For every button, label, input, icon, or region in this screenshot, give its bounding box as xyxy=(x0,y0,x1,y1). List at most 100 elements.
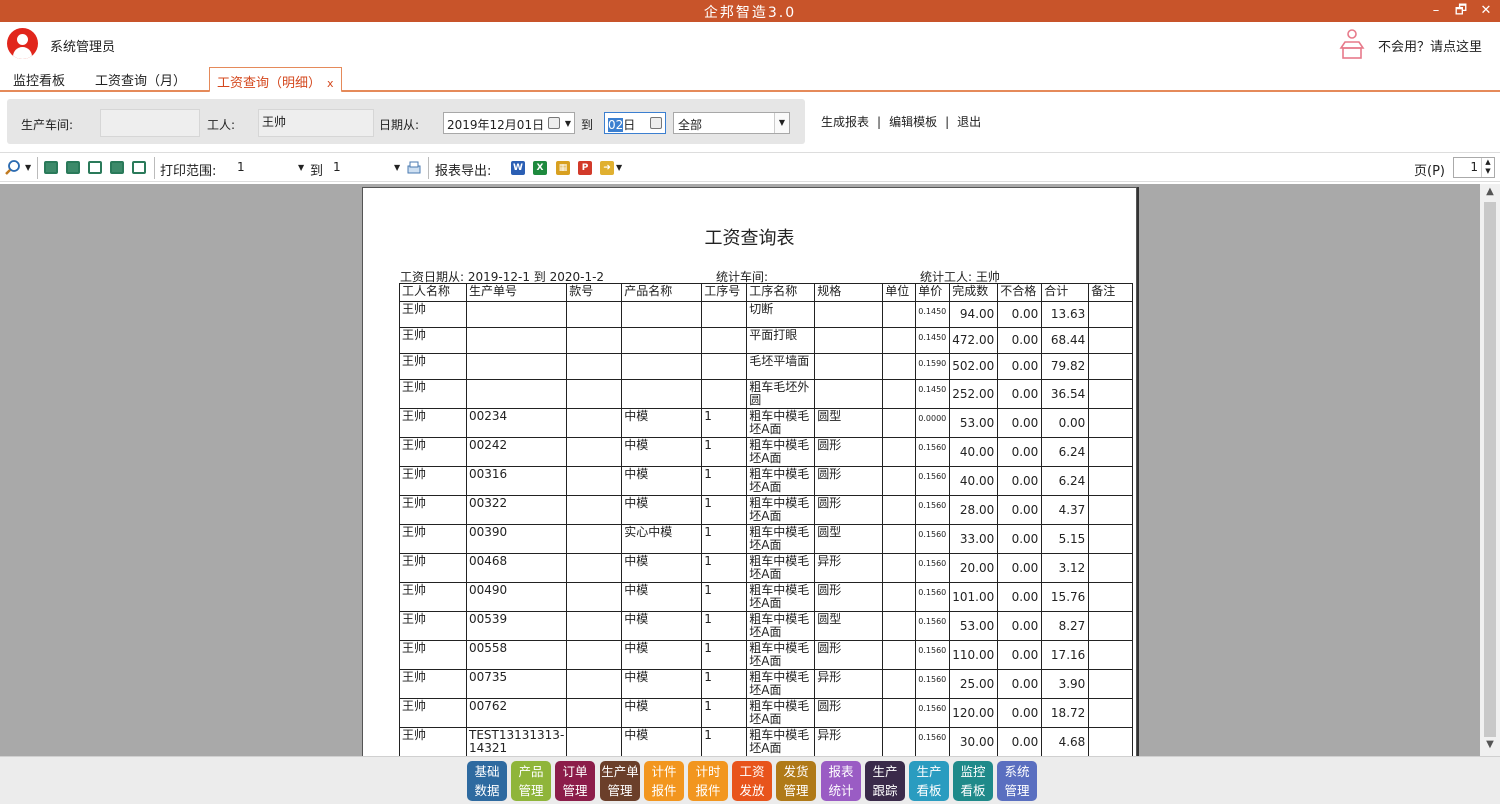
date-from-picker[interactable]: 2019年12月01日 ▼ xyxy=(443,112,575,134)
zoom-icon[interactable] xyxy=(4,159,22,177)
tab-salary-detail[interactable]: 工资查询（明细） x xyxy=(209,67,342,93)
dock-button[interactable]: 产品 管理 xyxy=(511,761,551,801)
range-to-select[interactable]: 1 xyxy=(333,160,341,174)
table-cell: 5.15 xyxy=(1041,524,1090,554)
dock-button-label-bottom: 看板 xyxy=(916,783,942,798)
range-to-label: 到 xyxy=(310,164,324,179)
single-page-icon[interactable] xyxy=(44,161,58,174)
dock-button-label-top: 计件 xyxy=(651,764,677,779)
table-cell xyxy=(566,524,623,554)
table-cell xyxy=(1088,495,1134,525)
word-export-icon[interactable]: W xyxy=(511,161,525,175)
user-avatar-icon[interactable] xyxy=(7,28,38,59)
dock-button[interactable]: 计时 报件 xyxy=(688,761,728,801)
worker-field[interactable]: 王帅 xyxy=(258,109,374,137)
table-cell: 圆形 xyxy=(814,640,884,670)
range-from-select[interactable]: 1 xyxy=(237,160,245,174)
table-cell xyxy=(1088,669,1134,699)
dock-button[interactable]: 系统 管理 xyxy=(997,761,1037,801)
tab-salary-monthly[interactable]: 工资查询（月） xyxy=(95,70,186,89)
page-number-spinner[interactable]: 1 ▲ ▼ xyxy=(1453,157,1495,178)
chevron-down-icon[interactable]: ▼ xyxy=(25,163,31,172)
minimize-button[interactable]: – xyxy=(1425,1,1447,21)
dock-button[interactable]: 工资 发放 xyxy=(732,761,772,801)
table-cell: 中模 xyxy=(621,408,703,438)
page-width-icon[interactable] xyxy=(88,161,102,174)
dock-button[interactable]: 发货 管理 xyxy=(776,761,816,801)
table-cell: 圆形 xyxy=(814,698,884,728)
exit-link[interactable]: 退出 xyxy=(957,115,981,129)
table-row: 王帅 00490 中模 1 粗车中模毛坯A面 圆形 0.1560 101.00 0.00 15.7… xyxy=(399,582,1134,612)
table-row: 王帅 平面打眼 0.1450 472.00 0.00 68.44 xyxy=(399,327,1134,354)
table-cell: 圆型 xyxy=(814,524,884,554)
table-cell: 粗车中模毛坯A面 xyxy=(746,640,816,670)
other-export-icon[interactable]: ➜ xyxy=(600,161,614,175)
chevron-down-icon[interactable]: ▼ xyxy=(616,163,622,172)
dock-button[interactable]: 计件 报件 xyxy=(644,761,684,801)
report-preview[interactable]: 工资查询表 工资日期从: 2019-12-1 到 2020-1-2 统计车间: … xyxy=(0,184,1480,756)
calendar-icon[interactable] xyxy=(548,117,560,129)
table-cell: 79.82 xyxy=(1041,353,1090,380)
table-cell: 中模 xyxy=(621,495,703,525)
chevron-down-icon[interactable]: ▼ xyxy=(394,163,400,172)
scroll-down-icon[interactable]: ▼ xyxy=(1480,739,1500,750)
print-icon[interactable] xyxy=(405,159,423,177)
dock-button[interactable]: 基础 数据 xyxy=(467,761,507,801)
table-cell: 中模 xyxy=(621,727,703,756)
scope-select[interactable]: 全部 ▼ xyxy=(673,112,790,134)
dock-button-label-bottom: 管理 xyxy=(607,783,633,798)
table-cell: 0.1560 xyxy=(915,524,951,554)
user-name: 系统管理员 xyxy=(50,40,116,55)
report-page: 工资查询表 工资日期从: 2019-12-1 到 2020-1-2 统计车间: … xyxy=(362,187,1137,756)
date-to-picker[interactable]: 02日 xyxy=(604,112,666,134)
table-cell: 中模 xyxy=(621,466,703,496)
tab-close-icon[interactable]: x xyxy=(327,77,334,90)
dock-button[interactable]: 订单 管理 xyxy=(555,761,595,801)
table-cell: 粗车毛坯外圆 xyxy=(746,379,816,409)
table-cell xyxy=(701,327,748,354)
table-cell: 粗车中模毛坯A面 xyxy=(746,611,816,641)
table-cell: 实心中模 xyxy=(621,524,703,554)
chevron-down-icon[interactable]: ▼ xyxy=(774,113,789,133)
dock-button[interactable]: 监控 看板 xyxy=(953,761,993,801)
dock-button[interactable]: 生产单 管理 xyxy=(600,761,640,801)
pdf-export-icon[interactable]: P xyxy=(578,161,592,175)
chevron-down-icon[interactable]: ▼ xyxy=(565,119,571,128)
close-button[interactable]: ✕ xyxy=(1475,1,1497,21)
scrollbar-thumb[interactable] xyxy=(1484,202,1496,737)
table-cell: 0.00 xyxy=(997,408,1043,438)
generate-report-link[interactable]: 生成报表 xyxy=(821,115,869,129)
four-page-icon[interactable] xyxy=(110,161,124,174)
table-cell: 0.00 xyxy=(997,437,1043,467)
help-person-icon[interactable] xyxy=(1337,28,1367,60)
table-cell xyxy=(882,437,917,467)
help-link[interactable]: 不会用？请点这里 xyxy=(1378,36,1482,55)
calendar-icon[interactable] xyxy=(650,117,662,129)
table-cell: 王帅 xyxy=(399,327,467,354)
dock-button[interactable]: 报表 统计 xyxy=(821,761,861,801)
table-cell: 00735 xyxy=(465,669,568,699)
restore-button[interactable]: 🗗 xyxy=(1450,1,1472,21)
table-cell xyxy=(566,301,623,328)
vertical-scrollbar[interactable]: ▲ ▼ xyxy=(1480,184,1500,756)
two-page-icon[interactable] xyxy=(66,161,80,174)
image-export-icon[interactable]: ▦ xyxy=(556,161,570,175)
column-header: 备注 xyxy=(1088,283,1134,302)
excel-export-icon[interactable]: X xyxy=(533,161,547,175)
table-cell xyxy=(621,353,703,380)
tab-monitor-board[interactable]: 监控看板 xyxy=(13,70,65,89)
table-cell: 0.0000 xyxy=(915,408,951,438)
workshop-field[interactable] xyxy=(100,109,200,137)
table-cell xyxy=(882,408,917,438)
scroll-up-icon[interactable]: ▲ xyxy=(1480,186,1500,197)
table-cell: 1 xyxy=(701,669,748,699)
toolbar-divider xyxy=(154,157,155,179)
spinner-arrows-icon[interactable]: ▲ ▼ xyxy=(1481,158,1494,177)
table-cell: 00390 xyxy=(465,524,568,554)
chevron-down-icon[interactable]: ▼ xyxy=(298,163,304,172)
dock-button[interactable]: 生产 跟踪 xyxy=(865,761,905,801)
multi-page-icon[interactable] xyxy=(132,161,146,174)
table-row: 王帅 00322 中模 1 粗车中模毛坯A面 圆形 0.1560 28.00 0.00 4.37 xyxy=(399,495,1134,525)
dock-button[interactable]: 生产 看板 xyxy=(909,761,949,801)
edit-template-link[interactable]: 编辑模板 xyxy=(889,115,937,129)
